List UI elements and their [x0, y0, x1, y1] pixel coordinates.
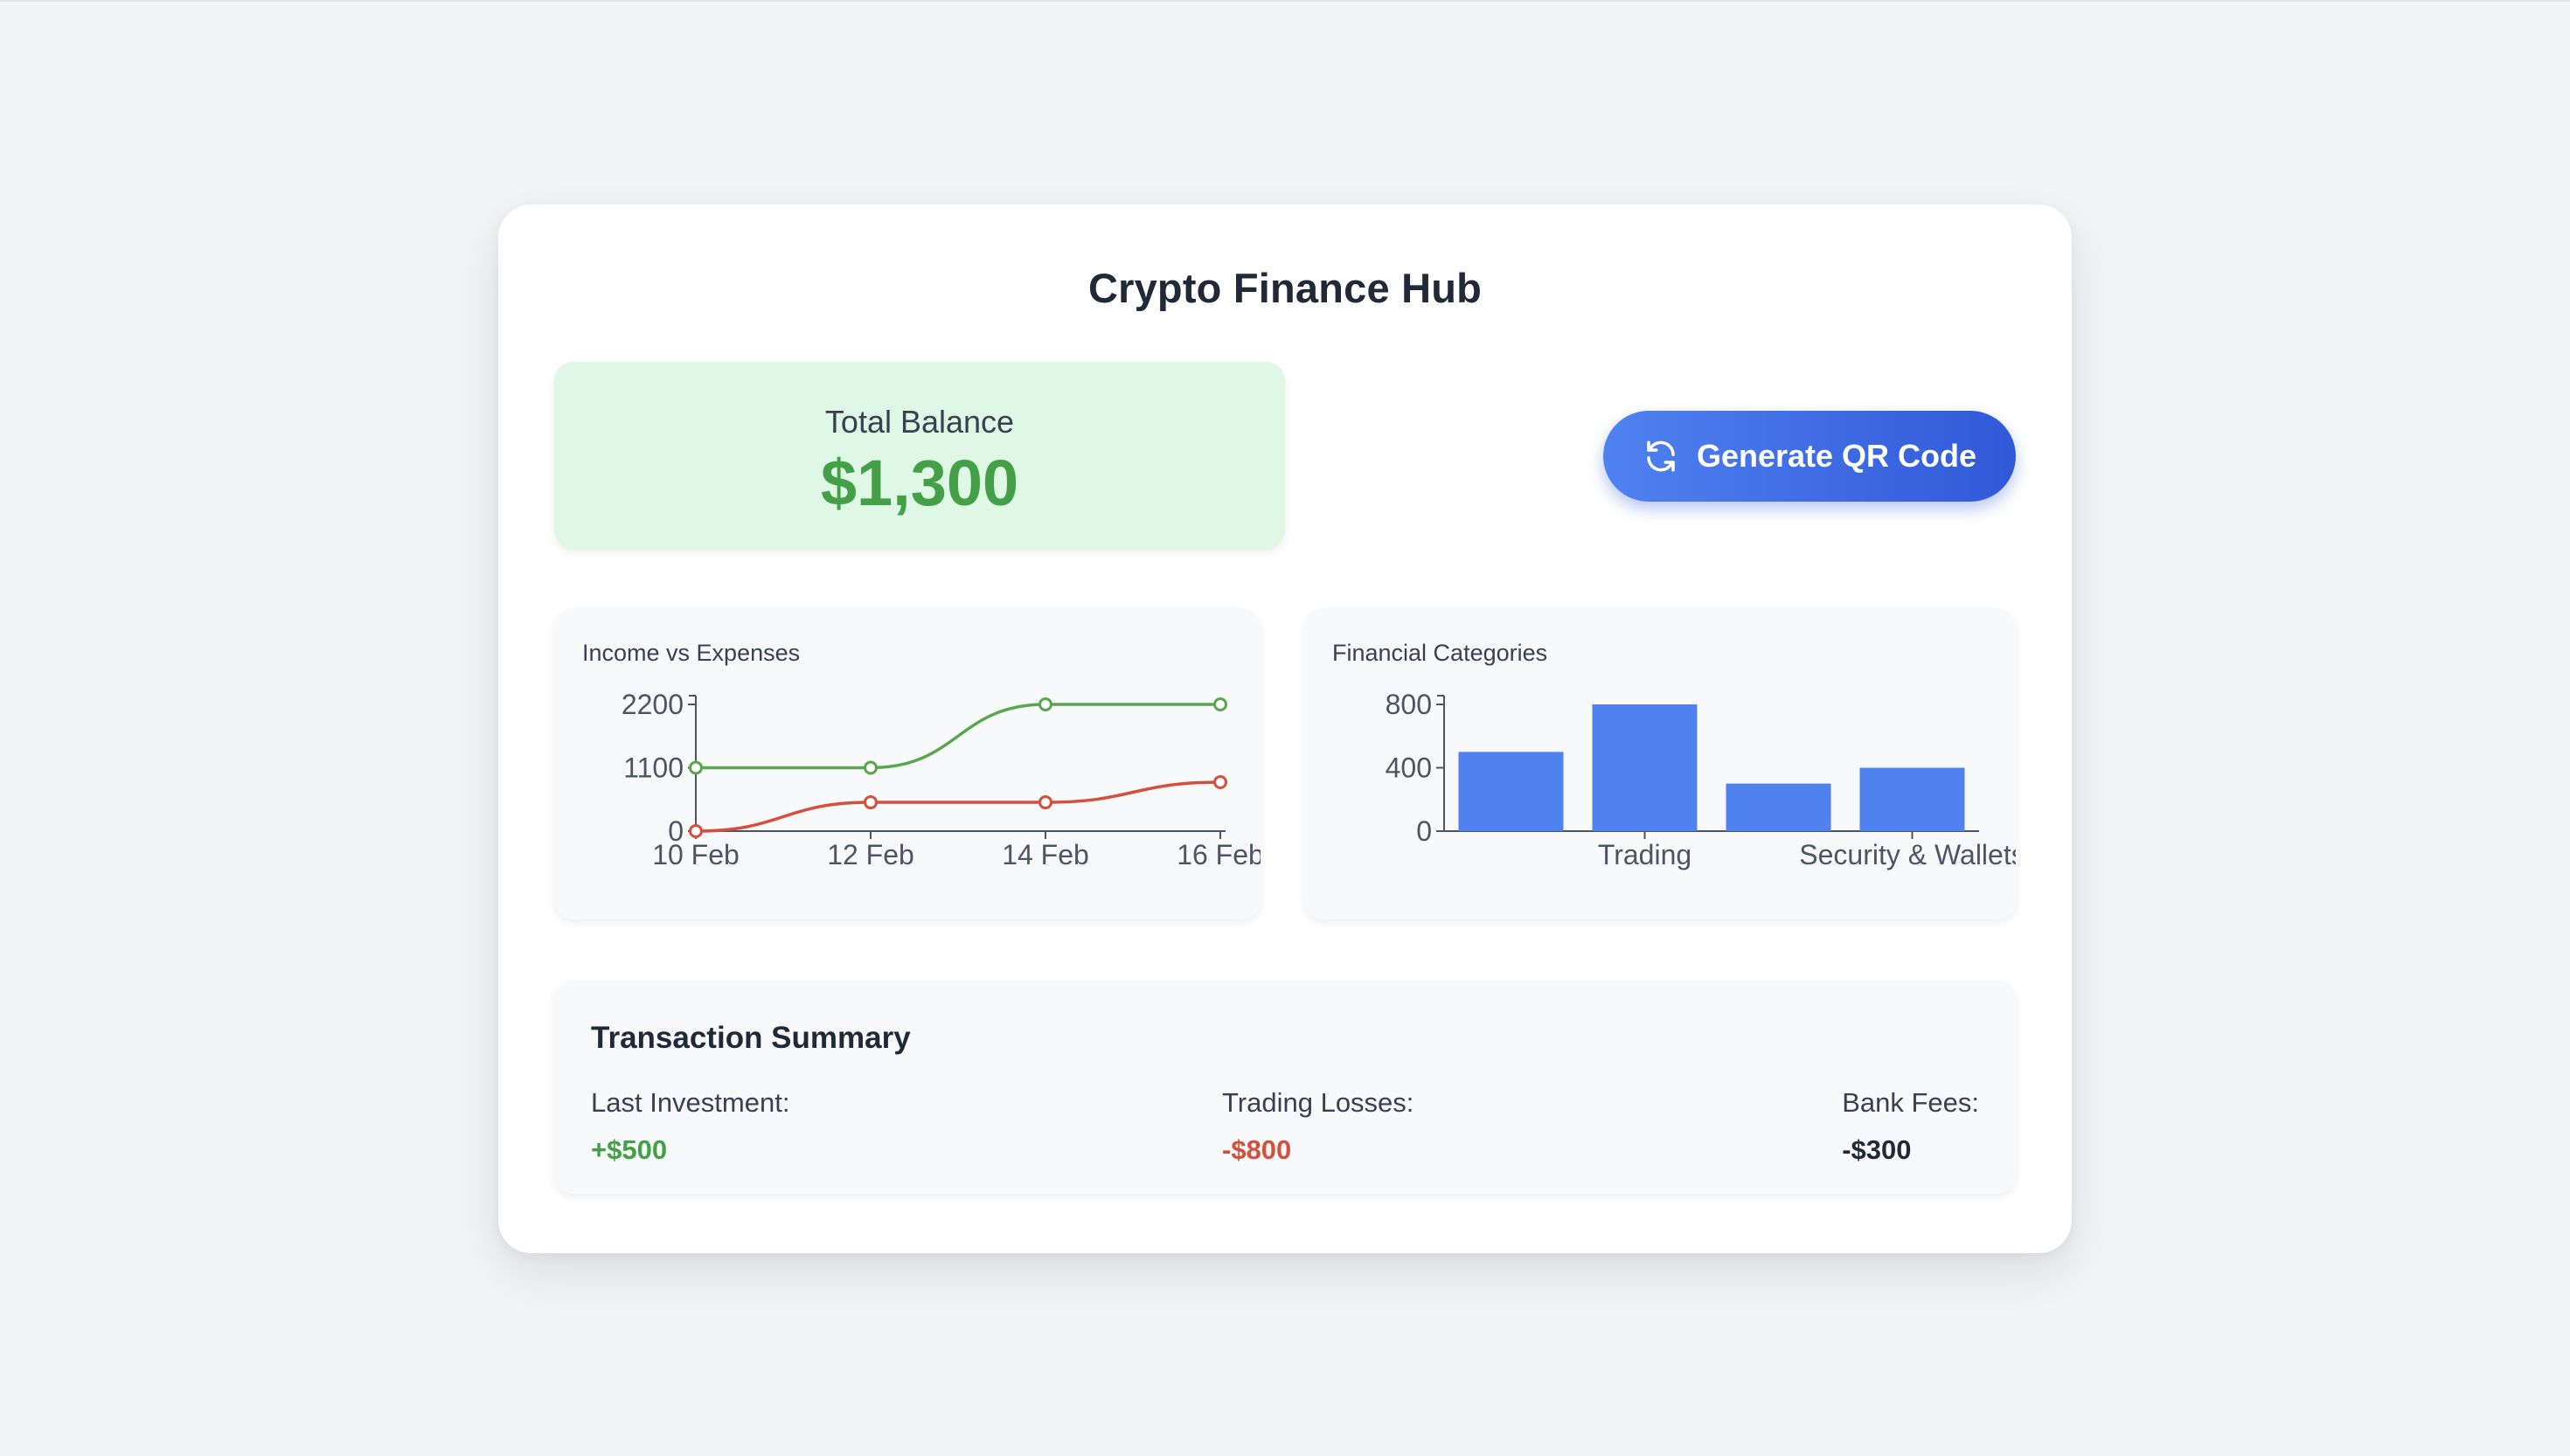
x-tick-label: Security & Wallets [1799, 839, 2016, 870]
series-point [1213, 774, 1227, 789]
balance-value: $1,300 [820, 447, 1019, 519]
y-tick-label: 400 [1386, 752, 1432, 784]
series-line [696, 703, 1220, 770]
financial-categories-chart: 0 400 800 Trading Security & Wallets [1386, 689, 2016, 870]
series-line [695, 780, 1221, 833]
bar [1859, 767, 1965, 831]
financial-categories-panel: Financial Categories 0 400 800 Trading Secur… [1304, 608, 2016, 919]
transaction-value: -$300 [1842, 1134, 1912, 1165]
y-tick-label: 0 [1416, 815, 1432, 847]
transaction-value: +$500 [591, 1134, 668, 1165]
transaction-item-trading-losses: Trading Losses: -$800 [1222, 1087, 1414, 1166]
series-point [1038, 697, 1052, 711]
top-divider [0, 0, 2570, 2]
bar [1726, 783, 1831, 831]
income-expenses-panel: Income vs Expenses 0 1100 2200 10 Feb 12 Feb… [554, 608, 1261, 919]
series-point [1213, 697, 1227, 711]
bar [1592, 704, 1698, 831]
transaction-label: Trading Losses: [1222, 1087, 1414, 1118]
transaction-summary-title: Transaction Summary [591, 1021, 911, 1055]
transaction-summary-panel: Transaction Summary Last Investment: +$5… [554, 981, 2016, 1194]
income-expenses-chart: 01100220010 Feb 12 Feb 14 Feb 16 Feb [622, 689, 1261, 870]
y-tick-label: 2200 [622, 689, 684, 720]
x-tick-label: 12 Feb [827, 839, 914, 870]
bar [1458, 752, 1564, 831]
y-tick-label: 1100 [623, 752, 684, 784]
page-title: Crypto Finance Hub [1087, 265, 1483, 311]
series-point [689, 824, 703, 838]
series-point [864, 760, 878, 775]
balance-card: Total Balance $1,300 [554, 362, 1285, 549]
x-tick-label: Trading [1598, 839, 1691, 870]
balance-label: Total Balance [824, 404, 1015, 440]
generate-qr-label: Generate QR Code [1696, 438, 1977, 474]
transaction-value: -$800 [1222, 1134, 1292, 1165]
x-tick-label: 14 Feb [1002, 839, 1089, 870]
transaction-label: Bank Fees: [1842, 1087, 1979, 1118]
refresh-icon [1643, 438, 1679, 475]
series-point [689, 760, 703, 775]
series-point [864, 795, 878, 810]
generate-qr-button[interactable]: Generate QR Code [1603, 411, 2016, 502]
transaction-item-investment: Last Investment: +$500 [591, 1087, 789, 1166]
transaction-label: Last Investment: [591, 1087, 790, 1118]
y-tick-label: 800 [1386, 689, 1432, 720]
dashboard-card: Crypto Finance Hub Total Balance $1,300 … [498, 205, 2072, 1253]
series-point [1038, 795, 1052, 810]
x-tick-label: 10 Feb [652, 839, 740, 870]
transaction-item-bank-fees: Bank Fees: -$300 [1842, 1087, 1979, 1166]
x-tick-label: 16 Feb [1177, 839, 1261, 870]
